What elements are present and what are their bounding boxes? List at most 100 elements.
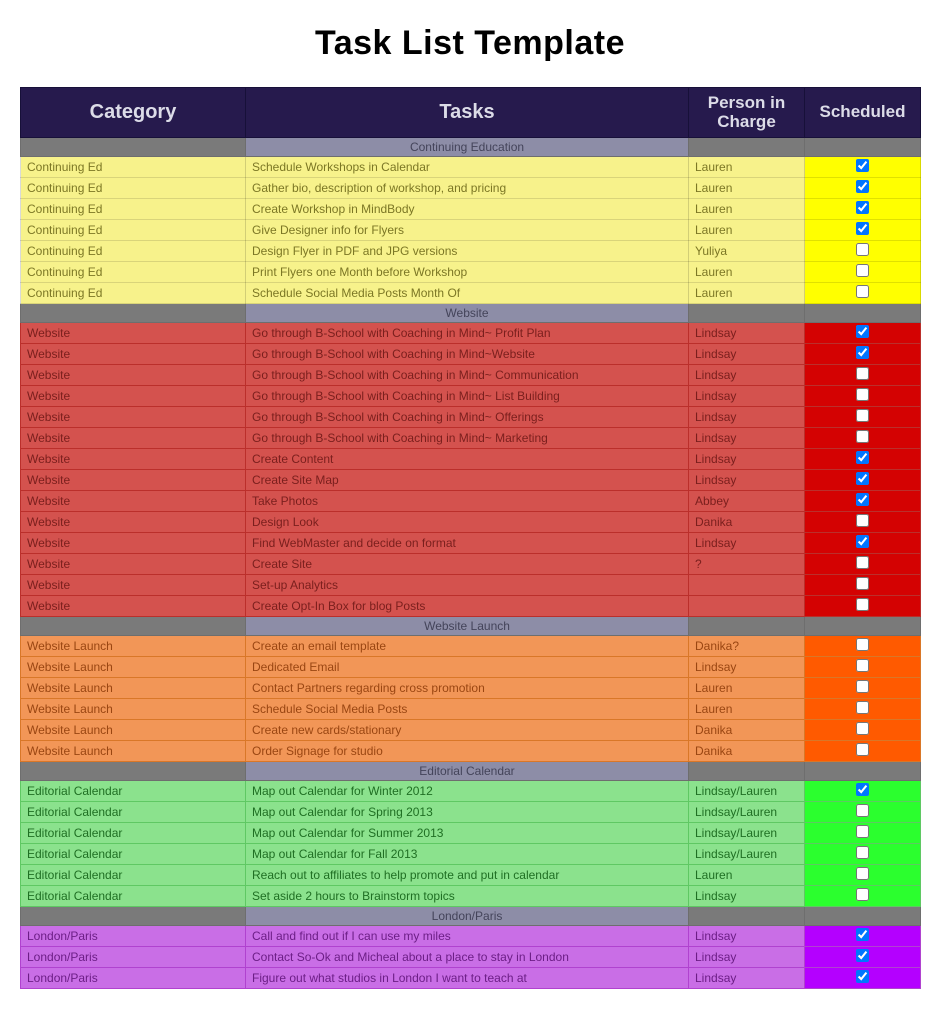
cell-person: Lauren: [689, 865, 805, 886]
cell-category: Editorial Calendar: [21, 844, 246, 865]
cell-task: Order Signage for studio: [246, 741, 689, 762]
scheduled-checkbox[interactable]: [856, 367, 869, 380]
scheduled-checkbox[interactable]: [856, 430, 869, 443]
cell-task: Go through B-School with Coaching in Min…: [246, 365, 689, 386]
table-row: Continuing EdGather bio, description of …: [21, 178, 921, 199]
scheduled-checkbox[interactable]: [856, 867, 869, 880]
scheduled-checkbox[interactable]: [856, 222, 869, 235]
scheduled-checkbox[interactable]: [856, 409, 869, 422]
scheduled-checkbox[interactable]: [856, 970, 869, 983]
scheduled-checkbox[interactable]: [856, 825, 869, 838]
table-row: WebsiteGo through B-School with Coaching…: [21, 386, 921, 407]
cell-category: Website: [21, 407, 246, 428]
scheduled-checkbox[interactable]: [856, 846, 869, 859]
cell-scheduled: [805, 699, 921, 720]
cell-scheduled: [805, 823, 921, 844]
cell-category: Continuing Ed: [21, 199, 246, 220]
cell-scheduled: [805, 386, 921, 407]
table-row: Website LaunchCreate new cards/stationar…: [21, 720, 921, 741]
cell-scheduled: [805, 365, 921, 386]
cell-category: Website: [21, 365, 246, 386]
section-label: London/Paris: [246, 907, 689, 926]
cell-person: Danika: [689, 720, 805, 741]
scheduled-checkbox[interactable]: [856, 928, 869, 941]
cell-scheduled: [805, 947, 921, 968]
cell-person: Lindsay: [689, 886, 805, 907]
section-label: Editorial Calendar: [246, 762, 689, 781]
table-row: WebsiteDesign LookDanika: [21, 512, 921, 533]
scheduled-checkbox[interactable]: [856, 285, 869, 298]
scheduled-checkbox[interactable]: [856, 888, 869, 901]
cell-task: Create Content: [246, 449, 689, 470]
cell-scheduled: [805, 157, 921, 178]
cell-person: Lauren: [689, 699, 805, 720]
table-row: Editorial CalendarMap out Calendar for W…: [21, 781, 921, 802]
cell-category: Website Launch: [21, 678, 246, 699]
scheduled-checkbox[interactable]: [856, 722, 869, 735]
cell-scheduled: [805, 636, 921, 657]
cell-scheduled: [805, 323, 921, 344]
cell-category: Continuing Ed: [21, 157, 246, 178]
cell-person: Lauren: [689, 283, 805, 304]
table-row: WebsiteGo through B-School with Coaching…: [21, 428, 921, 449]
cell-task: Design Look: [246, 512, 689, 533]
cell-category: Website: [21, 575, 246, 596]
scheduled-checkbox[interactable]: [856, 514, 869, 527]
scheduled-checkbox[interactable]: [856, 180, 869, 193]
scheduled-checkbox[interactable]: [856, 743, 869, 756]
cell-task: Print Flyers one Month before Workshop: [246, 262, 689, 283]
scheduled-checkbox[interactable]: [856, 701, 869, 714]
cell-person: Lindsay: [689, 968, 805, 989]
scheduled-checkbox[interactable]: [856, 346, 869, 359]
cell-task: Map out Calendar for Winter 2012: [246, 781, 689, 802]
cell-category: Editorial Calendar: [21, 781, 246, 802]
section-separator: Website: [21, 304, 921, 323]
scheduled-checkbox[interactable]: [856, 680, 869, 693]
scheduled-checkbox[interactable]: [856, 783, 869, 796]
scheduled-checkbox[interactable]: [856, 451, 869, 464]
table-row: WebsiteCreate Opt-In Box for blog Posts: [21, 596, 921, 617]
cell-category: Continuing Ed: [21, 262, 246, 283]
cell-scheduled: [805, 283, 921, 304]
cell-person: Lindsay: [689, 386, 805, 407]
section-label: Website Launch: [246, 617, 689, 636]
page-title: Task List Template: [20, 24, 920, 63]
cell-task: Go through B-School with Coaching in Min…: [246, 386, 689, 407]
scheduled-checkbox[interactable]: [856, 556, 869, 569]
scheduled-checkbox[interactable]: [856, 598, 869, 611]
cell-category: Website: [21, 323, 246, 344]
cell-category: Continuing Ed: [21, 241, 246, 262]
header-row: Category Tasks Person in Charge Schedule…: [21, 88, 921, 138]
cell-person: Lindsay/Lauren: [689, 802, 805, 823]
cell-scheduled: [805, 657, 921, 678]
scheduled-checkbox[interactable]: [856, 535, 869, 548]
table-row: WebsiteCreate Site?: [21, 554, 921, 575]
table-row: London/ParisCall and find out if I can u…: [21, 926, 921, 947]
table-row: Website LaunchContact Partners regarding…: [21, 678, 921, 699]
scheduled-checkbox[interactable]: [856, 264, 869, 277]
sep-cell: [21, 617, 246, 636]
scheduled-checkbox[interactable]: [856, 659, 869, 672]
scheduled-checkbox[interactable]: [856, 388, 869, 401]
table-row: WebsiteGo through B-School with Coaching…: [21, 407, 921, 428]
scheduled-checkbox[interactable]: [856, 804, 869, 817]
scheduled-checkbox[interactable]: [856, 949, 869, 962]
scheduled-checkbox[interactable]: [856, 201, 869, 214]
cell-scheduled: [805, 886, 921, 907]
scheduled-checkbox[interactable]: [856, 243, 869, 256]
cell-person: [689, 596, 805, 617]
scheduled-checkbox[interactable]: [856, 638, 869, 651]
sep-cell: [21, 762, 246, 781]
cell-person: Lindsay/Lauren: [689, 844, 805, 865]
scheduled-checkbox[interactable]: [856, 472, 869, 485]
scheduled-checkbox[interactable]: [856, 493, 869, 506]
cell-category: Editorial Calendar: [21, 865, 246, 886]
cell-person: Lindsay: [689, 344, 805, 365]
scheduled-checkbox[interactable]: [856, 159, 869, 172]
cell-task: Map out Calendar for Spring 2013: [246, 802, 689, 823]
section-label: Website: [246, 304, 689, 323]
cell-scheduled: [805, 533, 921, 554]
cell-scheduled: [805, 199, 921, 220]
scheduled-checkbox[interactable]: [856, 577, 869, 590]
scheduled-checkbox[interactable]: [856, 325, 869, 338]
